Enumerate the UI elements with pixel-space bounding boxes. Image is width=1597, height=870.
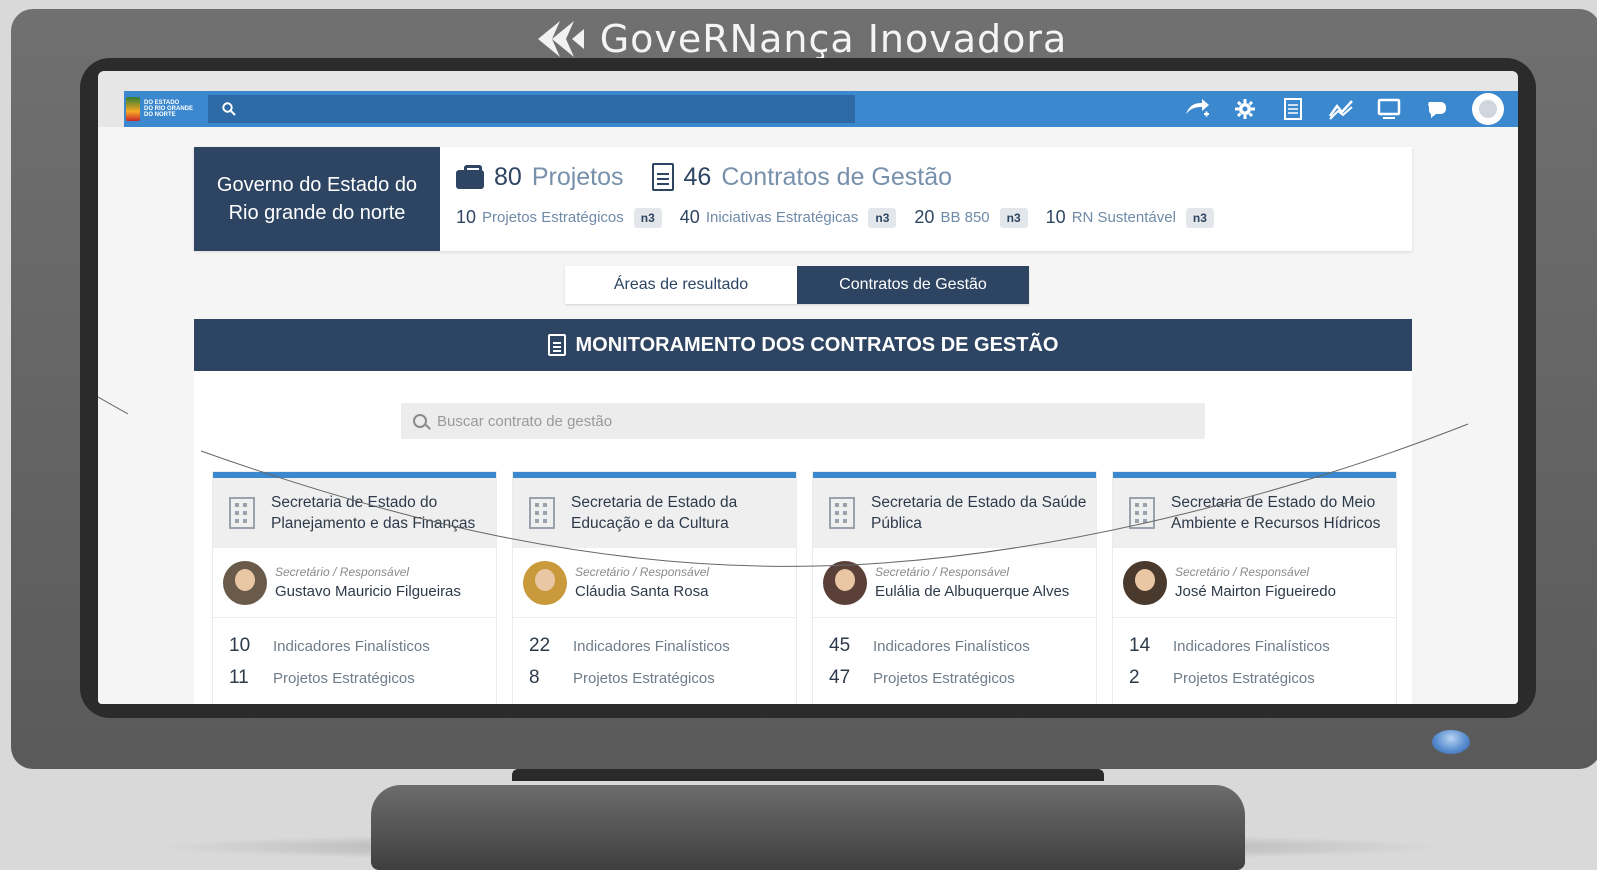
projects-stat[interactable]: 80 Projetos <box>456 163 624 192</box>
summary-card: Governo do Estado do Rio grande do norte… <box>194 147 1412 251</box>
contract-card[interactable]: Secretaria de Estado do Meio Ambiente e … <box>1113 472 1396 704</box>
user-avatar-icon[interactable] <box>1472 93 1504 125</box>
person-name: José Mairton Figueiredo <box>1175 583 1336 600</box>
brand-header: GoveRNança Inovadora <box>0 14 1597 64</box>
brand-logo-icon <box>537 21 584 57</box>
status-badge: n3 <box>633 207 662 228</box>
person-role: Secretário / Responsável <box>1175 565 1310 579</box>
stand-neck <box>512 769 1104 781</box>
flag-icon <box>126 97 140 121</box>
stat-bb-850[interactable]: 20 BB 850 n3 <box>914 207 1028 228</box>
avatar <box>823 560 867 605</box>
power-button[interactable] <box>1432 730 1470 754</box>
person-name: Eulália de Albuquerque Alves <box>875 583 1070 600</box>
avatar <box>223 560 267 605</box>
app: DO ESTADO DO RIO GRANDE DO NORTE Governo… <box>98 71 1518 704</box>
indicators-label: Indicadores Finalísticos <box>873 637 1030 655</box>
status-badge: n3 <box>868 207 897 228</box>
indicators-label: Indicadores Finalísticos <box>573 637 730 655</box>
gear-icon[interactable] <box>1232 98 1258 120</box>
search-placeholder: Buscar contrato de gestão <box>437 412 613 430</box>
indicators-count: 14 <box>1129 635 1151 656</box>
card-title: Secretaria de Estado da Educação e da Cu… <box>571 494 738 532</box>
status-badge: n3 <box>999 207 1028 228</box>
contract-cards: Secretaria de Estado do Planejamento e d… <box>213 472 1396 704</box>
indicators-label: Indicadores Finalísticos <box>1173 637 1330 655</box>
person-role: Secretário / Responsável <box>275 565 410 579</box>
government-logo[interactable]: DO ESTADO DO RIO GRANDE DO NORTE <box>124 91 208 127</box>
org-name: Governo do Estado do Rio grande do norte <box>194 147 440 251</box>
avatar <box>523 560 567 605</box>
summary-stats: 80 Projetos 46 Contratos de Gestão 10 Pr… <box>440 147 1412 251</box>
stat-rn-sustentavel[interactable]: 10 RN Sustentável n3 <box>1046 207 1214 228</box>
contract-card[interactable]: Secretaria de Estado do Planejamento e d… <box>213 472 496 704</box>
topbar: DO ESTADO DO RIO GRANDE DO NORTE <box>124 91 1518 127</box>
tab-contratos-de-gestao[interactable]: Contratos de Gestão <box>797 266 1029 304</box>
person-name: Cláudia Santa Rosa <box>575 583 709 600</box>
document-icon <box>547 334 566 356</box>
global-search-input[interactable] <box>208 95 855 123</box>
screen: DO ESTADO DO RIO GRANDE DO NORTE Governo… <box>98 71 1518 704</box>
stat-iniciativas-estrategicas[interactable]: 40 Iniciativas Estratégicas n3 <box>680 207 897 228</box>
search-icon <box>222 102 236 116</box>
projects-label: Projetos Estratégicos <box>273 669 415 687</box>
projects-count: 8 <box>529 667 540 688</box>
stand-base <box>371 785 1245 870</box>
indicators-count: 22 <box>529 635 551 656</box>
monitor-icon[interactable] <box>1376 98 1402 120</box>
projects-count: 2 <box>1129 667 1140 688</box>
indicators-count: 10 <box>229 635 251 656</box>
person-name: Gustavo Mauricio Filgueiras <box>275 583 461 600</box>
projects-count: 47 <box>829 667 851 688</box>
main-content: Governo do Estado do Rio grande do norte… <box>98 127 1518 704</box>
topbar-actions <box>1184 93 1518 125</box>
card-title: Secretaria de Estado do Meio Ambiente e … <box>1171 494 1381 532</box>
projects-label: Projetos Estratégicos <box>573 669 715 687</box>
person-role: Secretário / Responsável <box>575 565 710 579</box>
indicators-count: 45 <box>829 635 851 656</box>
chart-icon[interactable] <box>1328 98 1354 120</box>
panel-title: MONITORAMENTO DOS CONTRATOS DE GESTÃO <box>575 333 1059 356</box>
building-icon <box>229 497 255 529</box>
contract-search-input[interactable]: Buscar contrato de gestão <box>401 403 1205 439</box>
tab-areas-de-resultado[interactable]: Áreas de resultado <box>565 266 797 304</box>
tab-bar: Áreas de resultado Contratos de Gestão <box>565 266 1029 304</box>
panel-header: MONITORAMENTO DOS CONTRATOS DE GESTÃO <box>194 319 1412 371</box>
contracts-panel: MONITORAMENTO DOS CONTRATOS DE GESTÃO Bu… <box>194 319 1412 704</box>
projects-count: 11 <box>229 667 249 688</box>
share-icon[interactable] <box>1184 98 1210 120</box>
chat-icon[interactable] <box>1424 98 1450 120</box>
projects-label: Projetos Estratégicos <box>873 669 1015 687</box>
person-role: Secretário / Responsável <box>875 565 1010 579</box>
government-logo-text: DO ESTADO DO RIO GRANDE DO NORTE <box>144 100 194 118</box>
stat-projetos-estrategicos[interactable]: 10 Projetos Estratégicos n3 <box>456 207 662 228</box>
card-title: Secretaria de Estado do Planejamento e d… <box>271 494 476 532</box>
projects-label: Projetos Estratégicos <box>1173 669 1315 687</box>
search-icon <box>413 414 427 428</box>
document-icon <box>651 163 674 191</box>
brand-title: GoveRNança Inovadora <box>599 17 1068 61</box>
document-icon[interactable] <box>1280 98 1306 120</box>
card-title: Secretaria de Estado da Saúde Pública <box>871 494 1087 532</box>
contract-card[interactable]: Secretaria de Estado da Educação e da Cu… <box>513 472 796 704</box>
building-icon <box>829 497 855 529</box>
building-icon <box>1129 497 1155 529</box>
contracts-stat[interactable]: 46 Contratos de Gestão <box>651 163 952 192</box>
status-badge: n3 <box>1185 207 1214 228</box>
contract-card[interactable]: Secretaria de Estado da Saúde Pública Se… <box>813 472 1096 704</box>
indicators-label: Indicadores Finalísticos <box>273 637 430 655</box>
building-icon <box>529 497 555 529</box>
briefcase-icon <box>456 165 484 189</box>
avatar <box>1123 560 1167 605</box>
